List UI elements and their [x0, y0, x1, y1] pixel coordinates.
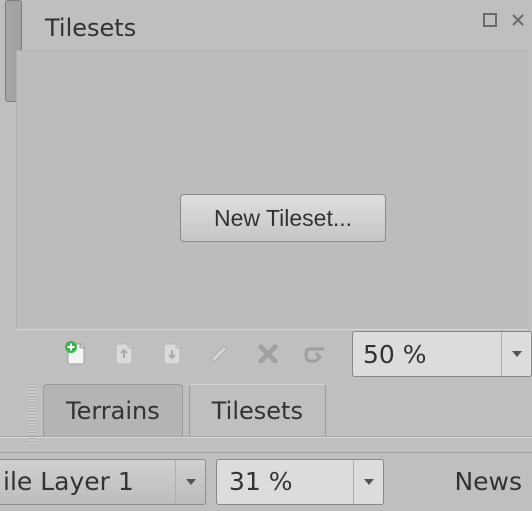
import-tileset-icon[interactable] [102, 332, 146, 376]
layer-select-value: ile Layer 1 [0, 467, 175, 496]
new-tileset-button[interactable]: New Tileset... [180, 194, 386, 242]
tab-terrains[interactable]: Terrains [43, 384, 183, 436]
close-icon[interactable] [510, 12, 526, 28]
chevron-down-icon[interactable] [175, 460, 205, 504]
status-bar: ile Layer 1 31 % News [0, 452, 532, 510]
panel-titlebar-buttons [482, 12, 526, 28]
bottom-tabs: Terrains Tilesets [43, 384, 326, 436]
tileset-toolbar: 50 % [54, 326, 532, 382]
embed-tileset-icon[interactable] [294, 332, 338, 376]
tileset-empty-area [16, 50, 528, 330]
opacity-value[interactable]: 31 % [217, 467, 353, 496]
tab-tilesets[interactable]: Tilesets [189, 384, 326, 436]
chevron-down-icon[interactable] [353, 460, 383, 504]
new-tileset-icon[interactable] [54, 332, 98, 376]
export-tileset-icon[interactable] [150, 332, 194, 376]
chevron-down-icon[interactable] [501, 332, 531, 376]
news-button[interactable]: News [454, 467, 532, 496]
maximize-icon[interactable] [482, 12, 498, 28]
divider [0, 436, 532, 438]
layer-select[interactable]: ile Layer 1 [0, 459, 206, 505]
edit-tileset-icon[interactable] [198, 332, 242, 376]
tileset-zoom-combo[interactable]: 50 % [352, 331, 532, 377]
panel-root: Tilesets New Tileset... [0, 0, 532, 511]
tileset-zoom-value[interactable]: 50 % [353, 340, 501, 369]
panel-splitter[interactable] [28, 384, 36, 444]
panel-title: Tilesets [45, 14, 136, 42]
delete-tileset-icon [246, 332, 290, 376]
opacity-combo[interactable]: 31 % [216, 459, 384, 505]
